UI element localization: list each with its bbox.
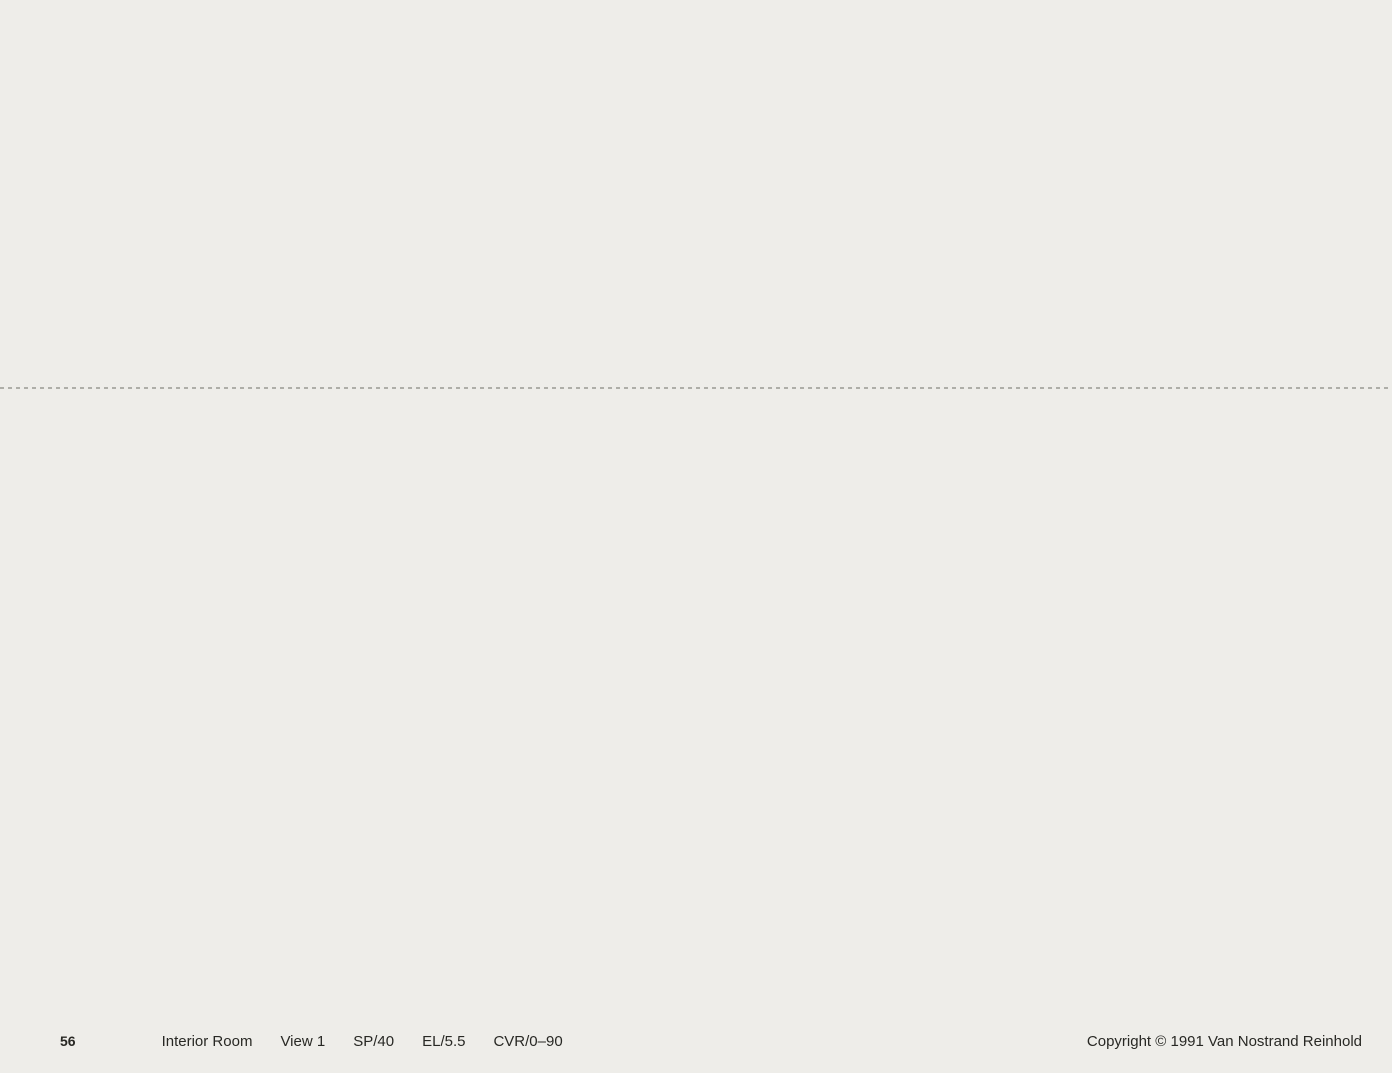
footer-left: 56 Interior Room View 1 SP/40 EL/5.5 CVR… [60, 1033, 563, 1050]
page-number: 56 [60, 1033, 76, 1049]
el-label: EL/5.5 [422, 1033, 465, 1050]
sp-label: SP/40 [353, 1033, 394, 1050]
footer-right: Copyright © 1991 Van Nostrand Reinhold [1087, 1033, 1362, 1050]
perspective-grid-page: 56 Interior Room View 1 SP/40 EL/5.5 CVR… [0, 0, 1392, 1073]
chart-title: Interior Room [162, 1033, 253, 1050]
page-footer: 56 Interior Room View 1 SP/40 EL/5.5 CVR… [0, 1033, 1392, 1057]
view-label: View 1 [280, 1033, 325, 1050]
perspective-grid-svg [0, 0, 1392, 1073]
copyright-text: Copyright © 1991 Van Nostrand Reinhold [1087, 1033, 1362, 1050]
cvr-label: CVR/0–90 [493, 1033, 562, 1050]
